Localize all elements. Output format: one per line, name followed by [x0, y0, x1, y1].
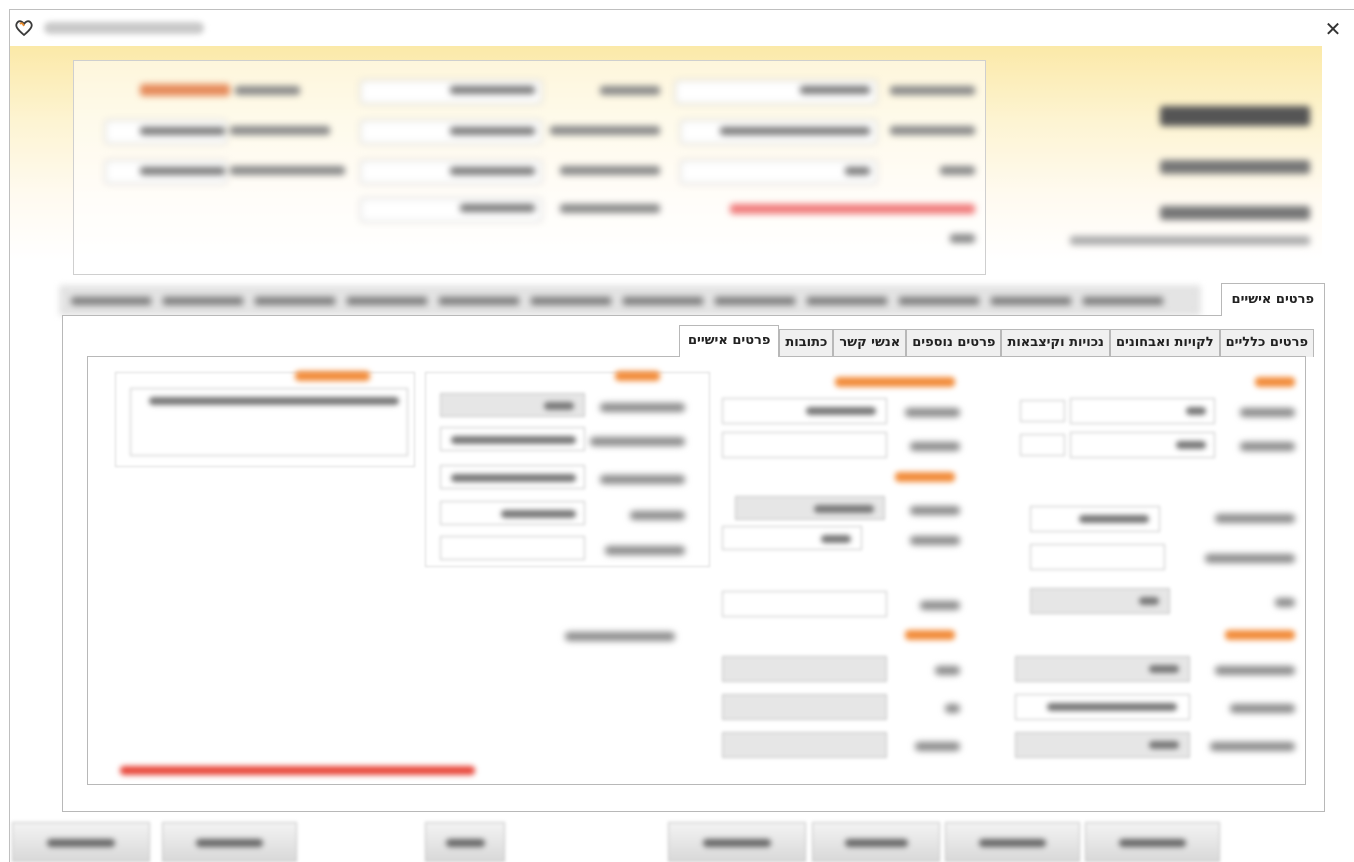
field-label	[590, 437, 685, 446]
field-label	[1205, 554, 1295, 563]
section-title-classroom	[905, 630, 955, 640]
gender-select[interactable]	[1030, 588, 1170, 614]
field-label	[1210, 742, 1295, 751]
field-label	[910, 536, 960, 545]
close-icon[interactable]: ✕	[1320, 16, 1346, 42]
status-select[interactable]	[440, 393, 585, 417]
tab-contacts[interactable]: אנשי קשר	[833, 329, 907, 357]
section-title-notes	[295, 371, 370, 381]
section-title-personal	[835, 377, 955, 387]
tab-disabilities-allowances[interactable]: נכויות וקיצבאות	[1001, 329, 1110, 357]
field-label	[630, 511, 685, 520]
sub-tab-bar: פרטים אישיים כתובות אנשי קשר פרטים נוספי…	[678, 325, 1314, 357]
status-field-5[interactable]	[440, 536, 585, 560]
field-label	[935, 666, 960, 675]
field-label	[1215, 666, 1295, 675]
heart-logo-icon	[15, 20, 33, 37]
main-tab-strip	[60, 286, 1200, 315]
window-title	[44, 22, 204, 34]
tab-additional-details[interactable]: פרטים נוספים	[906, 329, 1002, 357]
birth-date-field[interactable]	[1030, 544, 1165, 570]
tab-general-details[interactable]: פרטים כלליים	[1219, 329, 1314, 357]
field-label	[1240, 408, 1295, 417]
grade-select[interactable]	[722, 732, 887, 758]
birth-country-select[interactable]	[735, 496, 885, 520]
tab-impairments-diagnoses[interactable]: לקויות ואבחונים	[1109, 329, 1220, 357]
field-label	[600, 403, 685, 412]
footer-button-4[interactable]	[668, 822, 806, 862]
footer-button-6[interactable]	[945, 822, 1080, 862]
study-track-select[interactable]	[1015, 694, 1190, 720]
field-label	[945, 704, 960, 713]
main-tab-bar: פרטים אישיים	[60, 283, 1325, 316]
section-title-birth	[895, 472, 955, 482]
field-label	[915, 742, 960, 751]
field-label	[605, 546, 685, 555]
title-bar: ✕	[10, 12, 1354, 46]
checkbox-2[interactable]	[1020, 434, 1065, 456]
field-label	[910, 506, 960, 515]
tab-personal-details[interactable]: פרטים אישיים	[678, 325, 780, 357]
field-label	[905, 408, 960, 417]
field-label	[565, 632, 675, 641]
field-label	[920, 601, 960, 610]
tab-personal-details-main[interactable]: פרטים אישיים	[1220, 283, 1325, 316]
section-title-status	[615, 371, 660, 381]
notes-textarea[interactable]	[130, 388, 408, 456]
footer-button-2[interactable]	[162, 822, 297, 862]
footer-button-7[interactable]	[1085, 822, 1220, 862]
field-label	[910, 442, 960, 451]
field-label	[1215, 514, 1295, 523]
last-name-field[interactable]	[1070, 432, 1215, 458]
tab-addresses[interactable]: כתובות	[779, 329, 834, 357]
footer-button-3[interactable]	[425, 822, 505, 862]
footer-button-save-exit[interactable]	[12, 822, 150, 862]
checkbox-1[interactable]	[1020, 400, 1065, 422]
study-status-select[interactable]	[1015, 656, 1190, 682]
teacher-select[interactable]	[722, 694, 887, 720]
status-field-4[interactable]	[440, 501, 585, 525]
section-title-studies	[1225, 630, 1295, 640]
footer-button-5[interactable]	[812, 822, 940, 862]
error-note	[120, 766, 475, 775]
field-label	[1230, 704, 1295, 713]
field-label	[1240, 442, 1295, 451]
section-title-name	[1255, 377, 1295, 387]
study-type-select[interactable]	[1015, 732, 1190, 758]
religion-select[interactable]	[722, 591, 887, 617]
status-field-2[interactable]	[440, 427, 585, 451]
birth-city-select[interactable]	[722, 526, 862, 550]
first-name-field[interactable]	[1070, 398, 1215, 424]
field-label	[600, 475, 685, 484]
personal-field-1[interactable]	[722, 398, 887, 424]
classroom-select[interactable]	[722, 656, 887, 682]
status-field-3[interactable]	[440, 465, 585, 489]
id-number-field[interactable]	[1030, 506, 1160, 532]
personal-field-2[interactable]	[722, 432, 887, 458]
field-label	[1275, 598, 1295, 607]
